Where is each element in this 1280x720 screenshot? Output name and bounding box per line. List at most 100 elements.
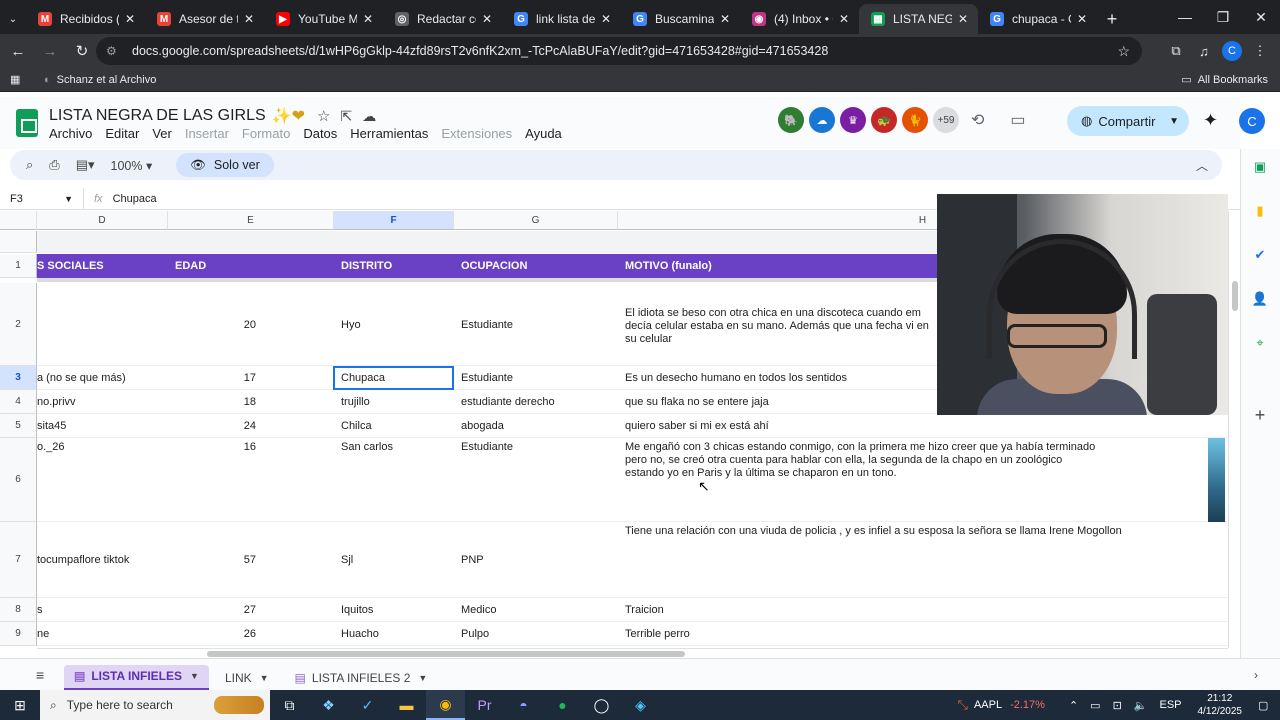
calendar-icon[interactable]: ▣ bbox=[1252, 159, 1268, 175]
cell-g[interactable]: abogada bbox=[454, 414, 618, 438]
tab-search-icon[interactable]: ⌄ bbox=[0, 4, 26, 34]
file-explorer-icon[interactable]: ▬ bbox=[387, 690, 426, 720]
stock-widget[interactable]: ⤡ AAPL -2.17% bbox=[958, 697, 1045, 713]
header-cell[interactable]: EDAD bbox=[168, 254, 334, 278]
media-control-icon[interactable]: ♫ bbox=[1190, 37, 1218, 65]
menu-item[interactable]: Extensiones bbox=[441, 126, 512, 141]
scroll-thumb[interactable] bbox=[1232, 281, 1238, 311]
cell-h[interactable]: Terrible perro bbox=[618, 622, 1208, 646]
horizontal-scrollbar[interactable] bbox=[37, 648, 1228, 658]
row-header[interactable]: 5 bbox=[0, 414, 37, 438]
tab-close-icon[interactable]: ✕ bbox=[361, 12, 375, 26]
restore-icon[interactable]: ❐ bbox=[1204, 0, 1242, 34]
row-header[interactable]: 1 bbox=[0, 254, 37, 278]
row-header[interactable]: 4 bbox=[0, 390, 37, 414]
new-tab-button[interactable]: + bbox=[1097, 4, 1127, 34]
tab-close-icon[interactable]: ✕ bbox=[242, 12, 256, 26]
gemini-icon[interactable]: ✦ bbox=[1203, 110, 1218, 131]
cell-e[interactable]: 27 bbox=[168, 598, 334, 622]
all-sheets-icon[interactable]: ≡ bbox=[36, 667, 64, 683]
speaker-icon[interactable]: 🔈 bbox=[1134, 699, 1148, 712]
taskbar-search[interactable]: ⌕ Type here to search bbox=[40, 690, 270, 720]
cell-e[interactable]: 18 bbox=[168, 390, 334, 414]
chevron-up-icon[interactable]: ⌃ bbox=[1069, 699, 1078, 712]
browser-tab[interactable]: ◎ Redactar corre ✕ bbox=[383, 4, 502, 34]
cell-e[interactable]: 57 bbox=[168, 522, 334, 598]
reload-icon[interactable]: ↻ bbox=[68, 37, 96, 65]
name-box[interactable]: F3 ▼ bbox=[0, 187, 84, 210]
collaborator-avatar[interactable]: 🐈 bbox=[902, 107, 928, 133]
profile-avatar[interactable]: C bbox=[1222, 41, 1242, 61]
row-header[interactable]: 7 bbox=[0, 522, 37, 598]
corner-select-all[interactable] bbox=[0, 211, 37, 230]
browser-tab[interactable]: ◉ (4) Inbox • Cha ✕ bbox=[740, 4, 859, 34]
collaborator-avatar[interactable]: 🐢 bbox=[871, 107, 897, 133]
star-icon[interactable]: ☆ bbox=[317, 107, 330, 125]
cell-d[interactable]: sita45 bbox=[37, 414, 168, 438]
tab-close-icon[interactable]: ✕ bbox=[480, 12, 494, 26]
back-icon[interactable]: ← bbox=[4, 37, 32, 65]
spotify-icon[interactable]: ● bbox=[543, 690, 582, 720]
address-bar[interactable]: ⚙ docs.google.com/spreadsheets/d/1wHP6gG… bbox=[96, 37, 1142, 65]
notification-icon[interactable]: ▢ bbox=[1258, 699, 1274, 712]
menu-item[interactable]: Datos bbox=[303, 126, 337, 141]
document-title-text[interactable]: LISTA NEGRA DE LAS GIRLS bbox=[49, 107, 266, 125]
tab-close-icon[interactable]: ✕ bbox=[718, 12, 732, 26]
cell-d[interactable]: ne bbox=[37, 622, 168, 646]
browser-tab[interactable]: M Recibidos (2,5 ✕ bbox=[26, 4, 145, 34]
browser-tab[interactable]: Glink lista de inf ✕ bbox=[502, 4, 621, 34]
vscode-icon[interactable]: ✓ bbox=[348, 690, 387, 720]
cell-g[interactable]: Estudiante bbox=[454, 438, 618, 522]
cell-d[interactable]: tocumpaflore tiktok bbox=[37, 522, 168, 598]
bookmark-item[interactable]: ◐ Schanz et al Archivo bbox=[44, 74, 156, 86]
collaborator-avatar[interactable]: ☁ bbox=[809, 107, 835, 133]
close-window-icon[interactable]: ✕ bbox=[1242, 0, 1280, 34]
windows-start-icon[interactable]: ⊞ bbox=[0, 690, 40, 720]
network-icon[interactable]: ⊡ bbox=[1113, 699, 1122, 712]
menu-item[interactable]: Ver bbox=[152, 126, 172, 141]
cell-d[interactable]: no.privv bbox=[37, 390, 168, 414]
embedded-image[interactable] bbox=[1208, 438, 1225, 522]
menu-item[interactable]: Insertar bbox=[185, 126, 229, 141]
cell-g[interactable]: PNP bbox=[454, 522, 618, 598]
print-icon[interactable]: ⎙ bbox=[49, 157, 59, 173]
zoom-select[interactable]: 100% ▾ bbox=[111, 158, 153, 173]
sheets-logo-icon[interactable] bbox=[16, 109, 38, 137]
cell-g[interactable]: Estudiante bbox=[454, 366, 618, 390]
premiere-icon[interactable]: Pr bbox=[465, 690, 504, 720]
maps-icon[interactable]: ⌖ bbox=[1252, 335, 1268, 351]
cell-e[interactable]: 20 bbox=[168, 283, 334, 366]
site-info-icon[interactable]: ⚙ bbox=[106, 44, 122, 58]
tab-close-icon[interactable]: ✕ bbox=[123, 12, 137, 26]
cell-d[interactable] bbox=[37, 283, 168, 366]
task-view-icon[interactable]: ⧉ bbox=[270, 690, 309, 720]
tab-close-icon[interactable]: ✕ bbox=[956, 12, 970, 26]
tab-close-icon[interactable]: ✕ bbox=[837, 12, 851, 26]
cell-e[interactable]: 24 bbox=[168, 414, 334, 438]
menu-item[interactable]: Formato bbox=[242, 126, 290, 141]
user-avatar[interactable]: C bbox=[1239, 108, 1265, 134]
cell-h[interactable]: El idiota se beso con otra chica en una … bbox=[618, 283, 938, 366]
cell-h[interactable]: quiero saber si mi ex está ahí bbox=[618, 414, 1208, 438]
menu-item[interactable]: Herramientas bbox=[350, 126, 428, 141]
add-addon-icon[interactable]: + bbox=[1252, 405, 1268, 425]
sheet-tab[interactable]: ▤ LISTA INFIELES 2 ▼ bbox=[285, 665, 438, 691]
menu-item[interactable]: Editar bbox=[105, 126, 139, 141]
cell-e[interactable]: 17 bbox=[168, 366, 334, 390]
browser-tab[interactable]: ▶ YouTube M ✕ bbox=[264, 4, 383, 34]
cell-f[interactable]: trujillo bbox=[334, 390, 454, 414]
chevron-up-icon[interactable]: ︿ bbox=[1196, 157, 1208, 174]
chrome-icon[interactable]: ◉ bbox=[426, 690, 465, 720]
format-icon[interactable]: ▤▾ bbox=[76, 157, 95, 173]
chrome-menu-icon[interactable]: ⋮ bbox=[1246, 37, 1274, 65]
browser-tab[interactable]: Gchupaca - Goo ✕ bbox=[978, 4, 1097, 34]
discord-icon[interactable]: ◓ bbox=[504, 690, 543, 720]
cell-e[interactable]: 16 bbox=[168, 438, 334, 522]
bookmark-star-icon[interactable]: ☆ bbox=[1117, 43, 1130, 60]
cell-f[interactable]: Huacho bbox=[334, 622, 454, 646]
cell-e[interactable]: 26 bbox=[168, 622, 334, 646]
menu-item[interactable]: Archivo bbox=[49, 126, 92, 141]
collaborator-avatar[interactable]: 🐘 bbox=[778, 107, 804, 133]
tab-close-icon[interactable]: ✕ bbox=[599, 12, 613, 26]
cell-g[interactable]: estudiante derecho bbox=[454, 390, 618, 414]
